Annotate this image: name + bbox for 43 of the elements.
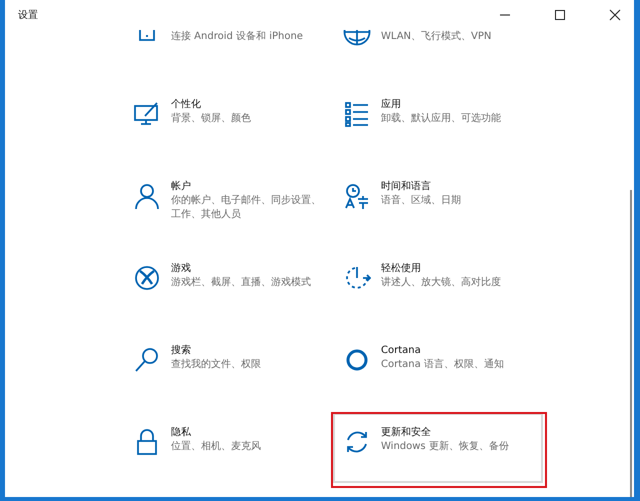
item-description: Cortana 语言、权限、通知 — [381, 358, 505, 372]
settings-tile[interactable]: Cortana Cortana 语言、权限、通知 — [333, 331, 543, 401]
settings-tile[interactable]: 隐私 位置、相机、麦克风 — [123, 413, 333, 483]
maximize-icon[interactable] — [554, 9, 566, 21]
item-title[interactable]: 个性化 — [171, 98, 321, 112]
item-description: 你的帐户、电子邮件、同步设置、工作、其他人员 — [171, 194, 321, 222]
item-title[interactable]: 帐户 — [171, 180, 321, 194]
settings-tile[interactable]: 帐户 你的帐户、电子邮件、同步设置、工作、其他人员 — [123, 167, 333, 237]
item-description: 讲述人、放大镜、高对比度 — [381, 276, 502, 290]
item-title[interactable]: Cortana — [381, 344, 531, 358]
window-title: 设置 — [18, 8, 38, 22]
clock-language-icon — [343, 182, 371, 210]
item-description: 背景、锁屏、颜色 — [171, 112, 252, 126]
search-icon — [133, 346, 161, 374]
settings-tile[interactable]: 轻松使用 讲述人、放大镜、高对比度 — [333, 249, 543, 319]
item-description: 语音、区域、日期 — [381, 194, 462, 208]
item-title[interactable]: 隐私 — [171, 426, 321, 440]
settings-tile[interactable]: WLAN、飞行模式、VPN — [333, 30, 543, 73]
item-title[interactable]: 时间和语言 — [381, 180, 531, 194]
item-description: 位置、相机、麦克风 — [171, 440, 262, 454]
item-title[interactable]: 轻松使用 — [381, 262, 531, 276]
item-title[interactable]: 搜索 — [171, 344, 321, 358]
xbox-icon — [133, 264, 161, 292]
item-description: 卸载、默认应用、可选功能 — [381, 112, 502, 126]
settings-tile[interactable]: 应用 卸载、默认应用、可选功能 — [333, 85, 543, 155]
person-icon — [133, 182, 161, 210]
monitor-brush-icon — [133, 100, 161, 128]
settings-tile[interactable]: 游戏 游戏栏、截屏、直播、游戏模式 — [123, 249, 333, 319]
scrollbar[interactable] — [630, 190, 632, 497]
settings-tile[interactable]: 时间和语言 语音、区域、日期 — [333, 167, 543, 237]
item-description: 连接 Android 设备和 iPhone — [171, 30, 304, 44]
close-icon[interactable] — [609, 9, 621, 21]
item-description: 游戏栏、截屏、直播、游戏模式 — [171, 276, 312, 290]
settings-tile[interactable]: 搜索 查找我的文件、权限 — [123, 331, 333, 401]
settings-tile[interactable]: 连接 Android 设备和 iPhone — [123, 30, 333, 73]
item-description: Windows 更新、恢复、备份 — [381, 440, 510, 454]
item-description: WLAN、飞行模式、VPN — [381, 30, 492, 44]
item-title[interactable]: 更新和安全 — [381, 426, 531, 440]
item-title[interactable]: 应用 — [381, 98, 531, 112]
list-icon — [343, 100, 371, 128]
settings-tile[interactable]: 个性化 背景、锁屏、颜色 — [123, 85, 333, 155]
item-title[interactable]: 游戏 — [171, 262, 321, 276]
item-description: 查找我的文件、权限 — [171, 358, 262, 372]
